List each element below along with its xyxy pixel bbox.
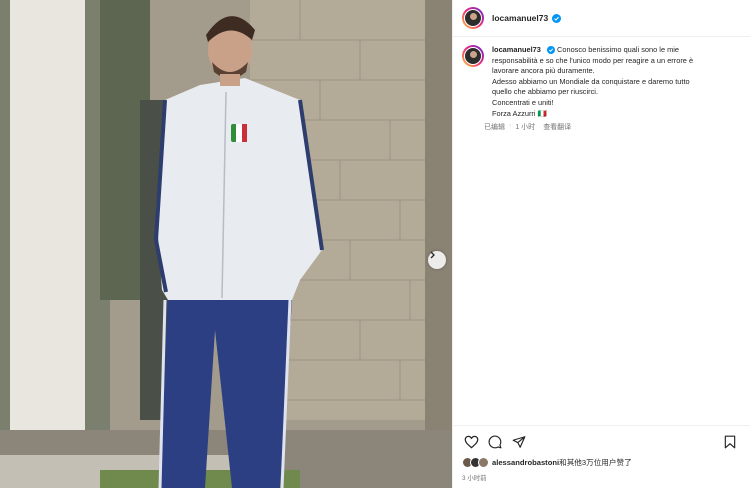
meta-separator: ·	[509, 122, 512, 130]
liker-username[interactable]: alessandrobastoni	[492, 458, 559, 467]
share-icon[interactable]	[510, 433, 528, 451]
bookmark-icon[interactable]	[721, 433, 739, 451]
post-timestamp: 3 小时前	[462, 475, 487, 482]
post-media[interactable]	[0, 0, 452, 488]
caption-line: Forza Azzurri 🇮🇹	[492, 108, 547, 118]
caption-line: responsabilità e so che l'unico modo per…	[492, 55, 694, 65]
verified-badge-icon	[546, 46, 555, 55]
caption-line: Adesso abbiamo un Mondiale da conquistar…	[492, 76, 690, 86]
caption-author-avatar[interactable]	[462, 45, 484, 67]
likes-count-text[interactable]: 和其他3万位用户赞了	[559, 457, 632, 468]
comment-icon[interactable]	[486, 433, 504, 451]
avatar	[478, 457, 489, 468]
caption-text: locamanuel73 Conosco benissimo quali son…	[492, 45, 740, 119]
post-header: locamanuel73	[453, 0, 750, 37]
likes-summary[interactable]: alessandrobastoni 和其他3万位用户赞了	[462, 457, 632, 468]
post-photo	[0, 0, 452, 488]
post-panel: locamanuel73 locamanuel73 Conosco beniss…	[452, 0, 750, 488]
heart-icon[interactable]	[462, 433, 480, 451]
author-username[interactable]: locamanuel73	[492, 13, 548, 23]
liker-avatars	[462, 457, 489, 468]
edited-label: 已编辑	[484, 124, 505, 132]
verified-badge-icon	[552, 13, 562, 23]
caption-comment: locamanuel73 Conosco benissimo quali son…	[462, 45, 742, 132]
next-image-button[interactable]	[428, 251, 446, 269]
caption-meta: 已编辑 · 1 小时 查看翻译	[484, 122, 740, 132]
post-time[interactable]: 1 小时	[515, 122, 535, 132]
caption-line: Conosco benissimo quali sono le mie	[557, 45, 680, 54]
caption-line: lavorare ancora più duramente.	[492, 66, 595, 76]
caption-line: Concentrati e uniti!	[492, 97, 554, 107]
caption-line: quello che abbiamo per riuscirci.	[492, 87, 598, 97]
author-avatar[interactable]	[462, 7, 484, 29]
see-translation-link[interactable]: 查看翻译	[543, 122, 571, 132]
action-bar	[453, 425, 750, 457]
caption-username[interactable]: locamanuel73	[492, 45, 541, 54]
